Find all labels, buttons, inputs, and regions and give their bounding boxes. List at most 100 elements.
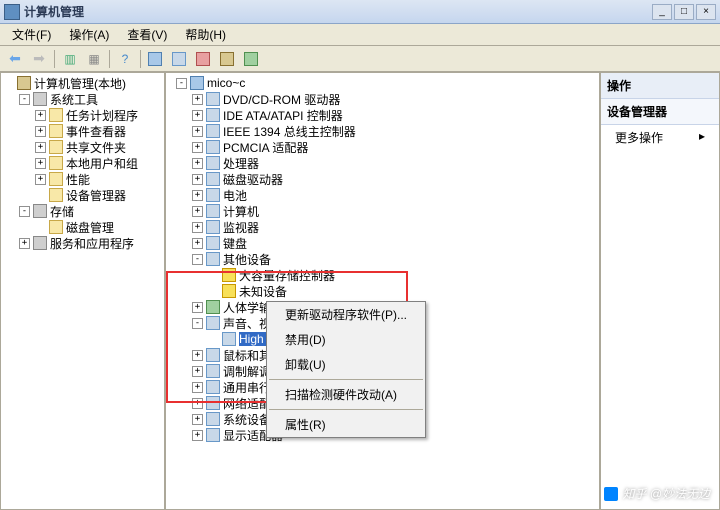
show-hide-button[interactable]: ▥ xyxy=(59,48,81,70)
tree-item[interactable]: -其他设备 xyxy=(176,251,597,267)
expander-icon[interactable]: + xyxy=(192,302,203,313)
expander-icon[interactable]: + xyxy=(192,142,203,153)
fold-icon xyxy=(49,156,63,170)
back-button[interactable]: ⬅ xyxy=(4,48,26,70)
tree-item[interactable]: +IEEE 1394 总线主控制器 xyxy=(176,123,597,139)
expander-icon[interactable]: + xyxy=(192,238,203,249)
tree-item[interactable]: + 监视器 xyxy=(176,219,597,235)
dev-icon xyxy=(206,140,220,154)
expander-icon[interactable]: + xyxy=(35,158,46,169)
right-title: 操作 xyxy=(601,73,719,99)
context-menu-item[interactable]: 扫描检测硬件改动(A) xyxy=(267,382,425,407)
close-button[interactable]: × xyxy=(696,4,716,20)
tree-item[interactable]: + 磁盘驱动器 xyxy=(176,171,597,187)
tree-item[interactable]: + 电池 xyxy=(176,187,597,203)
refresh-button[interactable] xyxy=(169,48,191,70)
tree-label: 监视器 xyxy=(223,219,259,236)
expander-icon[interactable]: + xyxy=(192,366,203,377)
expander-icon[interactable]: + xyxy=(192,110,203,121)
scan-button[interactable] xyxy=(145,48,167,70)
tree-item[interactable]: 大容量存储控制器 xyxy=(176,267,597,283)
tree-item[interactable]: +处理器 xyxy=(176,155,597,171)
tree-label: 计算机管理(本地) xyxy=(34,75,126,92)
tree-item[interactable]: + DVD/CD-ROM 驱动器 xyxy=(176,91,597,107)
tree-label: DVD/CD-ROM 驱动器 xyxy=(223,91,340,108)
menubar: 文件(F) 操作(A) 查看(V) 帮助(H) xyxy=(0,24,720,46)
tree-item[interactable]: +共享文件夹 xyxy=(3,139,162,155)
tree-item[interactable]: 计算机管理(本地) xyxy=(3,75,162,91)
expander-icon[interactable]: + xyxy=(192,126,203,137)
menu-view[interactable]: 查看(V) xyxy=(119,24,175,45)
expander-icon[interactable]: - xyxy=(192,318,203,329)
expander-icon[interactable]: + xyxy=(192,414,203,425)
update-button[interactable] xyxy=(241,48,263,70)
tree-item[interactable]: + 服务和应用程序 xyxy=(3,235,162,251)
menu-file[interactable]: 文件(F) xyxy=(4,24,59,45)
expander-icon[interactable]: + xyxy=(35,174,46,185)
tree-item[interactable]: 设备管理器 xyxy=(3,187,162,203)
tree-label: 系统设备 xyxy=(223,411,271,428)
context-menu-item[interactable]: 属性(R) xyxy=(267,412,425,437)
tree-label: 电池 xyxy=(223,187,247,204)
tree-label: 大容量存储控制器 xyxy=(239,267,335,284)
tree-label: 磁盘驱动器 xyxy=(223,171,283,188)
tree-item[interactable]: +事件查看器 xyxy=(3,123,162,139)
expander-icon[interactable]: - xyxy=(192,254,203,265)
tree-label: 任务计划程序 xyxy=(66,107,138,124)
maximize-button[interactable]: □ xyxy=(674,4,694,20)
right-action-more[interactable]: 更多操作 ▸ xyxy=(601,125,719,150)
expander-icon[interactable]: + xyxy=(192,158,203,169)
expander-icon[interactable]: + xyxy=(35,126,46,137)
expander-icon[interactable]: + xyxy=(35,110,46,121)
left-tree-panel: 计算机管理(本地)-系统工具 + 任务计划程序+事件查看器+共享文件夹+本地用户和组… xyxy=(0,72,165,510)
expander-icon[interactable]: + xyxy=(192,94,203,105)
uninstall-button[interactable] xyxy=(193,48,215,70)
tree-item[interactable]: + 任务计划程序 xyxy=(3,107,162,123)
fold-icon xyxy=(49,172,63,186)
expander-icon[interactable]: + xyxy=(192,174,203,185)
menu-help[interactable]: 帮助(H) xyxy=(177,24,234,45)
minimize-button[interactable]: _ xyxy=(652,4,672,20)
tool-icon xyxy=(33,204,47,218)
tree-item[interactable]: +本地用户和组 xyxy=(3,155,162,171)
expander-icon[interactable]: + xyxy=(192,382,203,393)
help-button[interactable]: ? xyxy=(114,48,136,70)
expander-icon[interactable]: + xyxy=(192,190,203,201)
tree-item[interactable]: +IDE ATA/ATAPI 控制器 xyxy=(176,107,597,123)
menu-action[interactable]: 操作(A) xyxy=(61,24,117,45)
context-menu-item[interactable]: 更新驱动程序软件(P)... xyxy=(267,302,425,327)
tree-item[interactable]: +键盘 xyxy=(176,235,597,251)
tree-label: 存储 xyxy=(50,203,74,220)
disable-button[interactable] xyxy=(217,48,239,70)
expander-icon[interactable]: - xyxy=(19,206,30,217)
expander-icon[interactable]: + xyxy=(19,238,30,249)
tree-item[interactable]: 磁盘管理 xyxy=(3,219,162,235)
tree-label: 服务和应用程序 xyxy=(50,235,134,252)
expander-icon[interactable]: + xyxy=(192,430,203,441)
tree-item[interactable]: -mico~c xyxy=(176,75,597,91)
expander-icon[interactable]: + xyxy=(35,142,46,153)
properties-button[interactable]: ▦ xyxy=(83,48,105,70)
tree-item[interactable]: +PCMCIA 适配器 xyxy=(176,139,597,155)
tree-item[interactable]: +计算机 xyxy=(176,203,597,219)
dev-icon xyxy=(206,412,220,426)
tree-item[interactable]: -系统工具 xyxy=(3,91,162,107)
expander-icon[interactable]: + xyxy=(192,206,203,217)
tree-item[interactable]: - 存储 xyxy=(3,203,162,219)
dev-icon xyxy=(206,252,220,266)
forward-button[interactable]: ➡ xyxy=(28,48,50,70)
dev-icon xyxy=(206,236,220,250)
expander-icon[interactable]: + xyxy=(192,222,203,233)
context-menu-item[interactable]: 禁用(D) xyxy=(267,327,425,352)
context-menu-item[interactable]: 卸载(U) xyxy=(267,352,425,377)
expander-icon[interactable]: + xyxy=(192,398,203,409)
tree-label: 未知设备 xyxy=(239,283,287,300)
tree-item[interactable]: +性能 xyxy=(3,171,162,187)
zhihu-icon xyxy=(604,487,618,501)
expander-icon[interactable]: - xyxy=(19,94,30,105)
tree-item[interactable]: 未知设备 xyxy=(176,283,597,299)
expander-icon xyxy=(3,78,14,89)
expander-icon[interactable]: + xyxy=(192,350,203,361)
expander-icon[interactable]: - xyxy=(176,78,187,89)
dev-icon xyxy=(206,428,220,442)
